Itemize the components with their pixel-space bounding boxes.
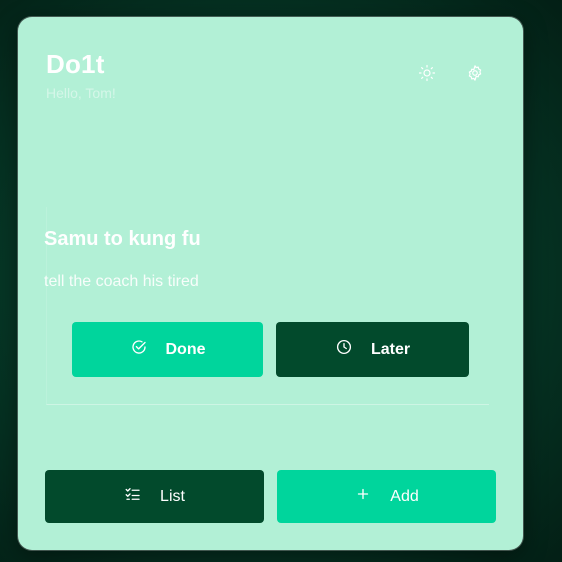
gear-icon — [466, 64, 484, 87]
later-button-label: Later — [370, 340, 411, 358]
plus-icon — [354, 485, 372, 508]
task-note: tell the coach his tired — [44, 273, 199, 290]
app-card: Do1t Hello, Tom! Samu to kung fu tell th… — [18, 17, 523, 550]
greeting-text: Hello, Tom! — [46, 85, 116, 101]
list-button[interactable]: List — [45, 470, 264, 523]
theme-toggle-button[interactable] — [413, 61, 441, 89]
list-button-label: List — [160, 487, 185, 505]
done-button-label: Done — [165, 340, 206, 358]
settings-button[interactable] — [461, 61, 489, 89]
add-button-label: Add — [390, 487, 419, 505]
clock-icon — [335, 338, 353, 361]
later-button[interactable]: Later — [276, 322, 469, 377]
checklist-icon — [124, 485, 142, 508]
check-circle-icon — [130, 338, 148, 361]
done-button[interactable]: Done — [72, 322, 263, 377]
app-title: Do1t — [46, 49, 105, 79]
task-title: Samu to kung fu — [44, 228, 201, 250]
add-button[interactable]: Add — [277, 470, 496, 523]
sun-icon — [418, 64, 436, 87]
